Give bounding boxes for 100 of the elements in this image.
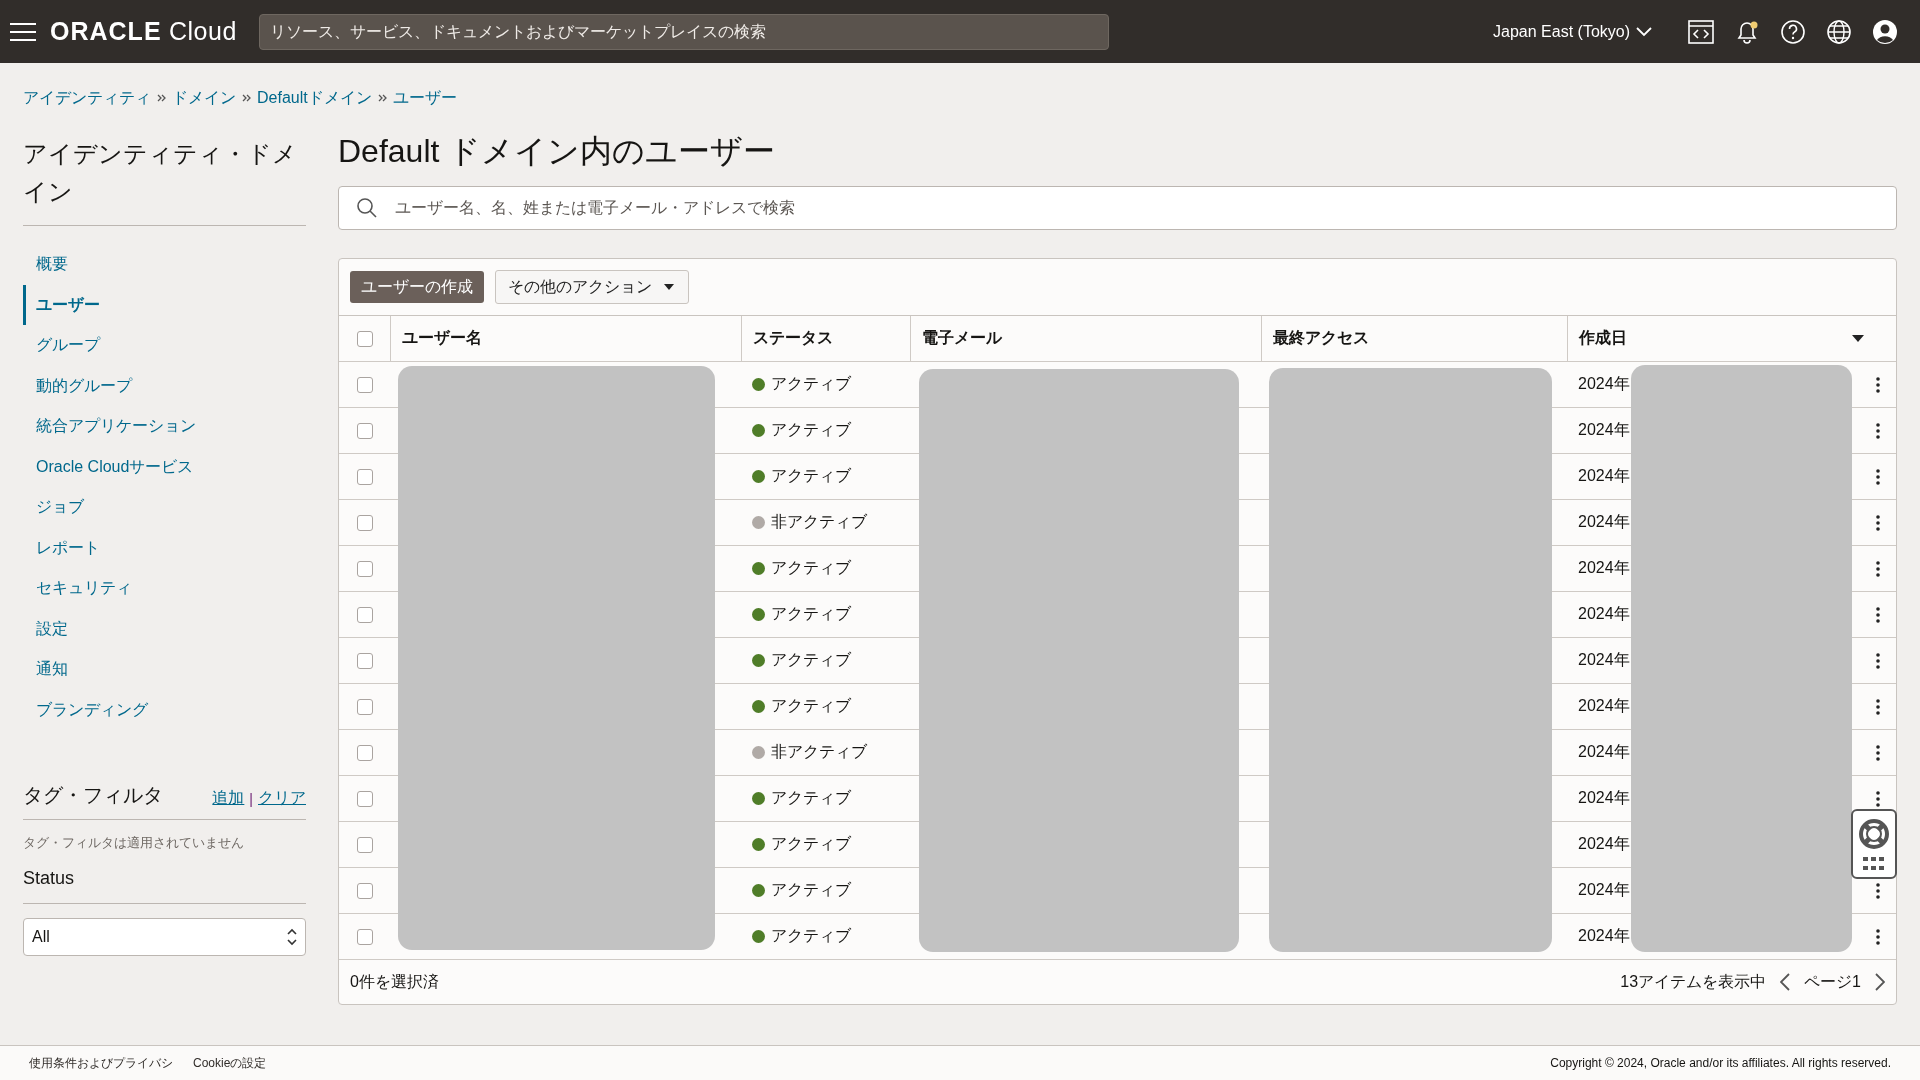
created-date: 2024年 <box>1578 788 1630 808</box>
row-checkbox[interactable] <box>356 468 373 485</box>
globe-icon[interactable] <box>1826 18 1852 45</box>
column-header[interactable]: ユーザー名 <box>402 328 482 349</box>
sidebar-nav-item[interactable]: Oracle Cloudサービス <box>23 446 306 487</box>
page-number: ページ1 <box>1804 971 1861 992</box>
help-icon[interactable] <box>1780 18 1806 45</box>
row-checkbox[interactable] <box>356 790 373 807</box>
row-checkbox[interactable] <box>356 376 373 393</box>
copyright-text: Copyright © 2024, Oracle and/or its affiliates. All rights reserved. <box>1550 1056 1891 1070</box>
row-checkbox[interactable] <box>356 744 373 761</box>
sidebar-nav-item[interactable]: レポート <box>23 527 306 568</box>
status-text: アクティブ <box>771 650 851 670</box>
kebab-menu-icon[interactable] <box>1874 742 1882 763</box>
sidebar-nav-item[interactable]: グループ <box>23 325 306 366</box>
sidebar-nav-item[interactable]: 概要 <box>23 244 306 285</box>
add-link[interactable]: 追加 <box>212 788 245 809</box>
help-widget[interactable] <box>1851 809 1897 879</box>
column-header[interactable]: 電子メール <box>922 328 1002 349</box>
grid-icon <box>1863 857 1885 871</box>
region-selector[interactable]: Japan East (Tokyo) <box>1493 22 1652 41</box>
kebab-menu-icon[interactable] <box>1874 374 1882 395</box>
status-select[interactable]: All <box>23 918 306 956</box>
kebab-menu-icon[interactable] <box>1874 420 1882 441</box>
create-user-button[interactable]: ユーザーの作成 <box>350 271 484 303</box>
item-count: 13アイテムを表示中 <box>1620 971 1767 992</box>
created-date: 2024年 <box>1578 742 1630 762</box>
created-date: 2024年 <box>1578 834 1630 854</box>
column-header[interactable]: ステータス <box>753 328 833 349</box>
previous-page-icon[interactable] <box>1780 973 1791 991</box>
chevron-down-icon <box>1636 26 1652 37</box>
search-icon <box>356 197 378 219</box>
created-date: 2024年 <box>1578 880 1630 900</box>
status-text: アクティブ <box>771 696 851 716</box>
next-page-icon[interactable] <box>1875 973 1885 991</box>
sidebar-nav-item[interactable]: ブランディング <box>23 689 306 730</box>
row-checkbox[interactable] <box>356 514 373 531</box>
status-text: 非アクティブ <box>771 512 867 532</box>
kebab-menu-icon[interactable] <box>1874 466 1882 487</box>
status-text: アクティブ <box>771 926 851 946</box>
more-actions-button[interactable]: その他のアクション <box>495 270 689 304</box>
breadcrumb-link[interactable]: ドメイン <box>172 87 236 109</box>
footer-link[interactable]: 使用条件およびプライバシ <box>29 1054 173 1072</box>
row-checkbox[interactable] <box>356 422 373 439</box>
breadcrumb-separator-icon <box>157 94 166 102</box>
sidebar-nav-item[interactable]: 通知 <box>23 649 306 690</box>
status-text: アクティブ <box>771 880 851 900</box>
row-checkbox[interactable] <box>356 836 373 853</box>
row-checkbox[interactable] <box>356 652 373 669</box>
sidebar-title: アイデンティティ・ドメイン <box>23 135 306 226</box>
created-date: 2024年 <box>1578 650 1630 670</box>
created-date: 2024年 <box>1578 374 1630 394</box>
user-search-field[interactable]: ユーザー名、名、姓または電子メール・アドレスで検索 <box>338 186 1897 230</box>
row-checkbox[interactable] <box>356 606 373 623</box>
breadcrumb-link[interactable]: Defaultドメイン <box>257 87 372 109</box>
breadcrumb-link[interactable]: ユーザー <box>392 87 457 109</box>
kebab-menu-icon[interactable] <box>1874 880 1882 901</box>
sort-caret-icon[interactable] <box>1852 335 1864 342</box>
clear-link[interactable]: クリア <box>258 788 306 809</box>
breadcrumb-link[interactable]: アイデンティティ <box>23 87 151 109</box>
sidebar-nav-item[interactable]: 設定 <box>23 608 306 649</box>
column-header[interactable]: 最終アクセス <box>1273 328 1369 349</box>
kebab-menu-icon[interactable] <box>1874 512 1882 533</box>
created-date: 2024年 <box>1578 558 1630 578</box>
created-date: 2024年 <box>1578 420 1630 440</box>
footer-link[interactable]: Cookieの設定 <box>193 1054 267 1072</box>
status-filter-title: Status <box>23 868 75 888</box>
kebab-menu-icon[interactable] <box>1874 650 1882 671</box>
selected-count: 0件を選択済 <box>350 971 439 992</box>
created-date: 2024年 <box>1578 466 1630 486</box>
status-text: アクティブ <box>771 374 851 394</box>
kebab-menu-icon[interactable] <box>1874 696 1882 717</box>
kebab-menu-icon[interactable] <box>1874 558 1882 579</box>
user-avatar-icon[interactable] <box>1872 18 1898 45</box>
column-header[interactable]: 作成日 <box>1579 328 1627 349</box>
status-text: アクティブ <box>771 788 851 808</box>
lifebuoy-icon <box>1857 817 1891 851</box>
sidebar-nav-item[interactable]: 動的グループ <box>23 365 306 406</box>
breadcrumb-separator-icon <box>242 94 251 102</box>
breadcrumb-separator-icon <box>377 94 387 102</box>
up-down-chevron-icon <box>287 928 297 946</box>
sidebar-nav-item[interactable]: ジョブ <box>23 487 306 528</box>
row-checkbox[interactable] <box>356 698 373 715</box>
sidebar-nav-item[interactable]: 統合アプリケーション <box>23 406 306 447</box>
status-text: アクティブ <box>771 466 851 486</box>
kebab-menu-icon[interactable] <box>1874 604 1882 625</box>
created-date: 2024年 <box>1578 926 1630 946</box>
status-text: 非アクティブ <box>771 742 867 762</box>
row-checkbox[interactable] <box>356 560 373 577</box>
sidebar-nav-item[interactable]: セキュリティ <box>23 568 306 609</box>
kebab-menu-icon[interactable] <box>1874 926 1882 947</box>
code-editor-icon[interactable] <box>1688 18 1714 45</box>
oracle-cloud-logo[interactable]: ORACLE Cloud <box>50 17 237 46</box>
status-text: アクティブ <box>771 834 851 854</box>
global-search-field[interactable]: リソース、サービス、ドキュメントおよびマーケットプレイスの検索 <box>258 13 1109 50</box>
row-checkbox[interactable] <box>356 882 373 899</box>
kebab-menu-icon[interactable] <box>1874 788 1882 809</box>
select-all-checkbox[interactable] <box>356 330 373 347</box>
row-checkbox[interactable] <box>356 928 373 945</box>
sidebar-nav-item[interactable]: ユーザー <box>23 284 306 325</box>
